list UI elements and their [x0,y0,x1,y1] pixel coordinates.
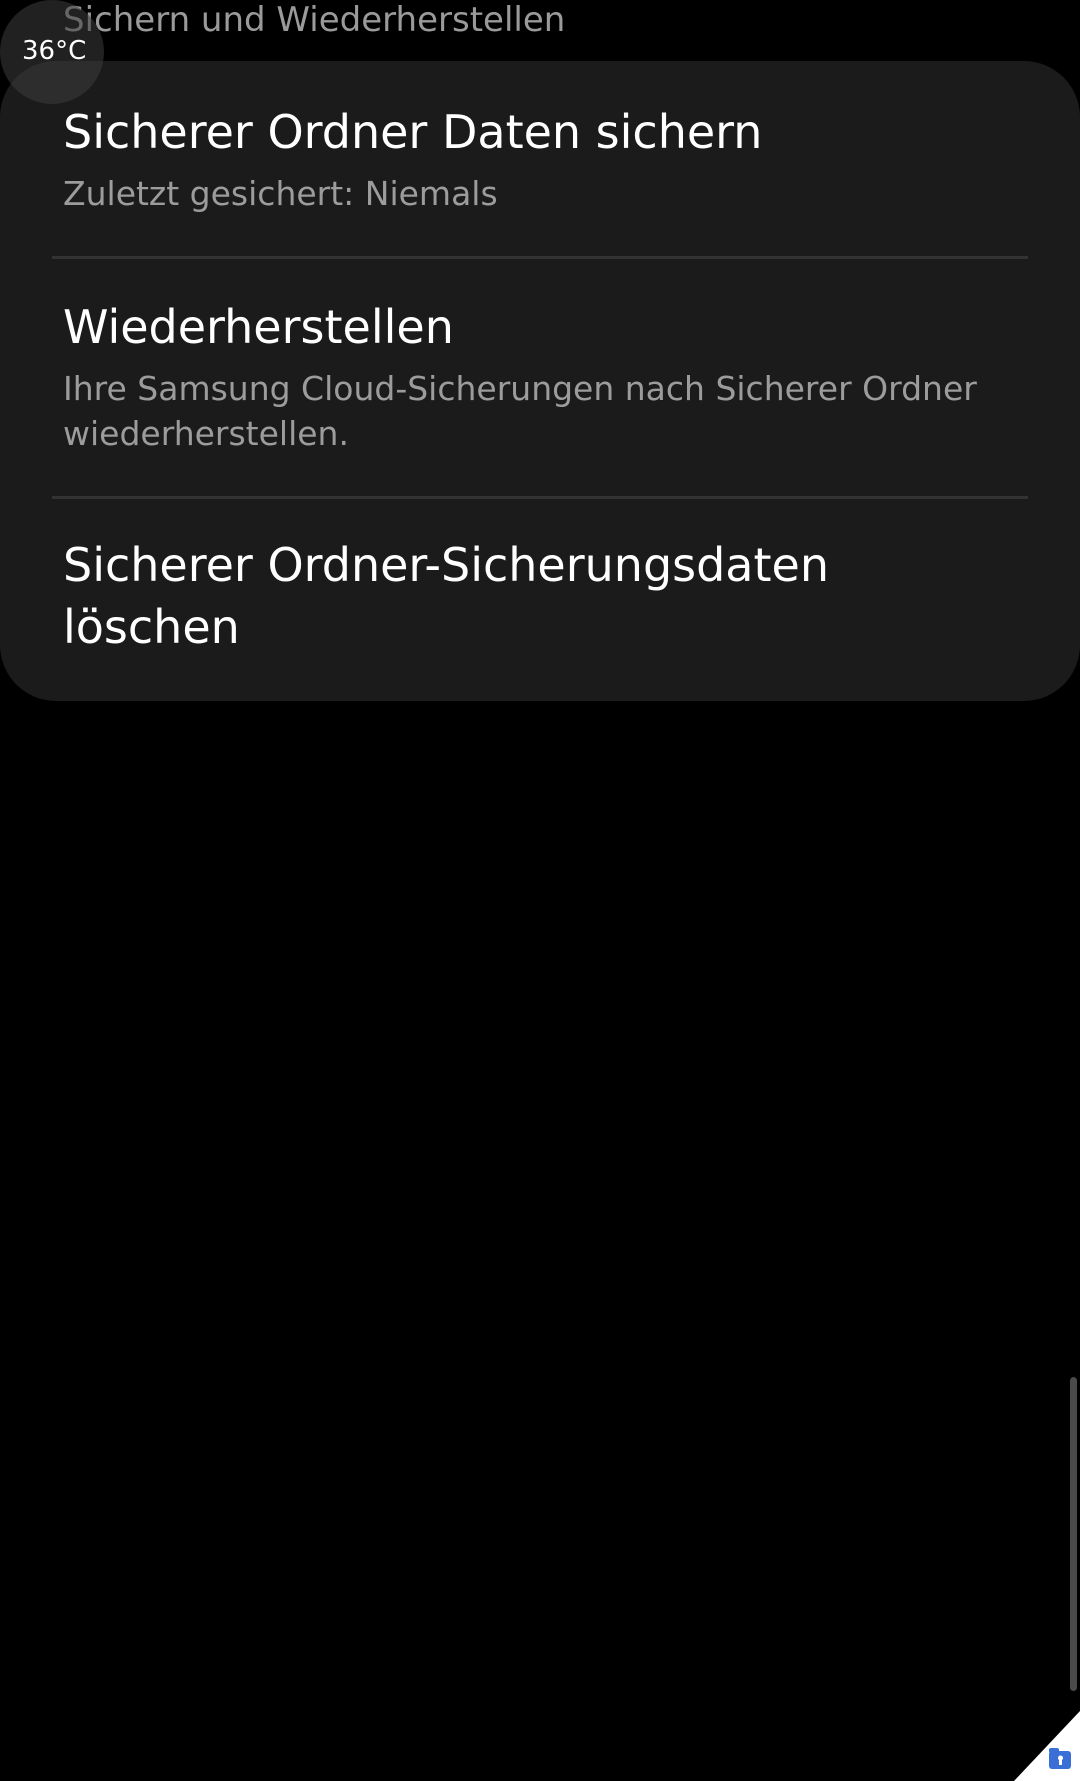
restore-item[interactable]: Wiederherstellen Ihre Samsung Cloud-Sich… [63,296,1017,456]
temperature-readout: 36°C [22,36,87,66]
settings-card: Sicherer Ordner Daten sichern Zuletzt ge… [0,61,1080,701]
page-title: Sichern und Wiederherstellen [63,0,566,40]
divider [52,256,1028,259]
restore-item-subtitle: Ihre Samsung Cloud-Sicherungen nach Sich… [63,369,977,453]
backup-item-subtitle: Zuletzt gesichert: Niemals [63,174,498,213]
backup-secure-folder-item[interactable]: Sicherer Ordner Daten sichern Zuletzt ge… [63,101,1017,216]
delete-backup-item[interactable]: Sicherer Ordner-Sicherungsdaten löschen [63,534,1017,658]
secure-folder-icon[interactable] [1014,1711,1080,1781]
restore-item-title: Wiederherstellen [63,300,454,354]
backup-item-title: Sicherer Ordner Daten sichern [63,105,763,159]
scrollbar[interactable] [1070,1377,1077,1691]
divider [52,496,1028,499]
delete-item-title: Sicherer Ordner-Sicherungsdaten löschen [63,538,829,654]
